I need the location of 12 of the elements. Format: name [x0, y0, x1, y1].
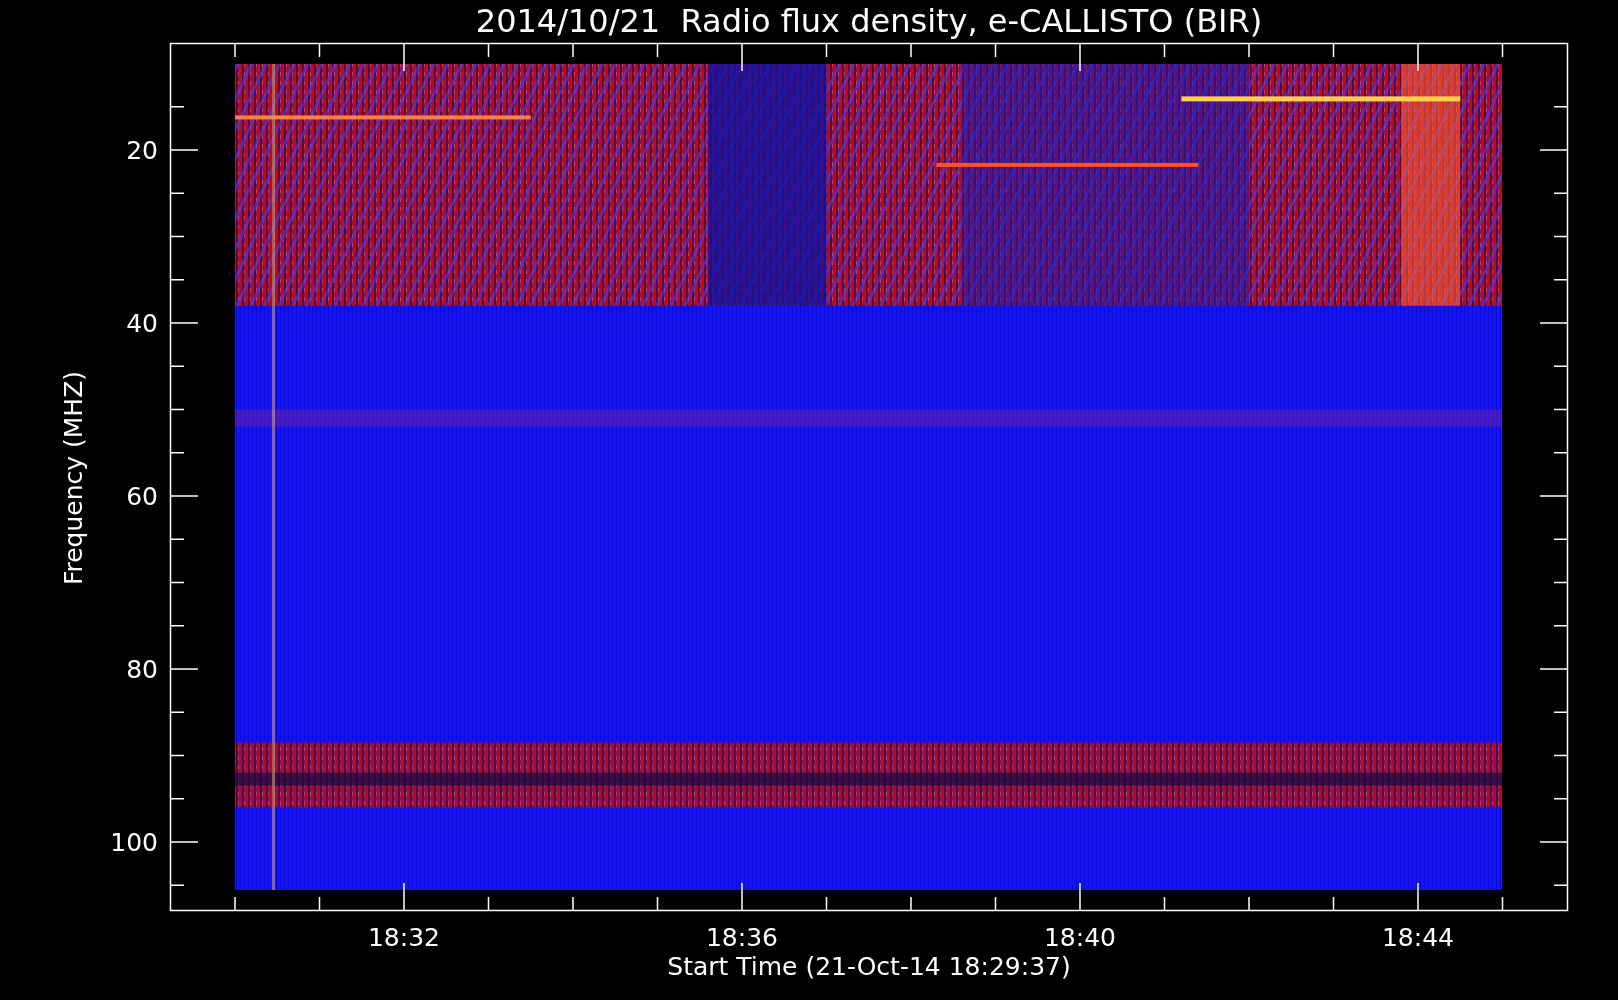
tick-label: 18:44: [1382, 923, 1454, 952]
tick-label: 100: [110, 828, 158, 857]
tick-label: 80: [126, 655, 158, 684]
tick-label: 18:40: [1044, 923, 1116, 952]
tick-label: 60: [126, 482, 158, 511]
plot-title: 2014/10/21 Radio flux density, e-CALLISTO (BIR): [475, 2, 1263, 40]
tick-label: 40: [126, 309, 158, 338]
axis-label: Frequency (MHZ): [59, 370, 88, 586]
tick-label: 18:32: [368, 923, 440, 952]
tick-label: 20: [126, 136, 158, 165]
tick-label: 18:36: [706, 923, 778, 952]
axis-label: Start Time (21-Oct-14 18:29:37): [667, 952, 1071, 981]
